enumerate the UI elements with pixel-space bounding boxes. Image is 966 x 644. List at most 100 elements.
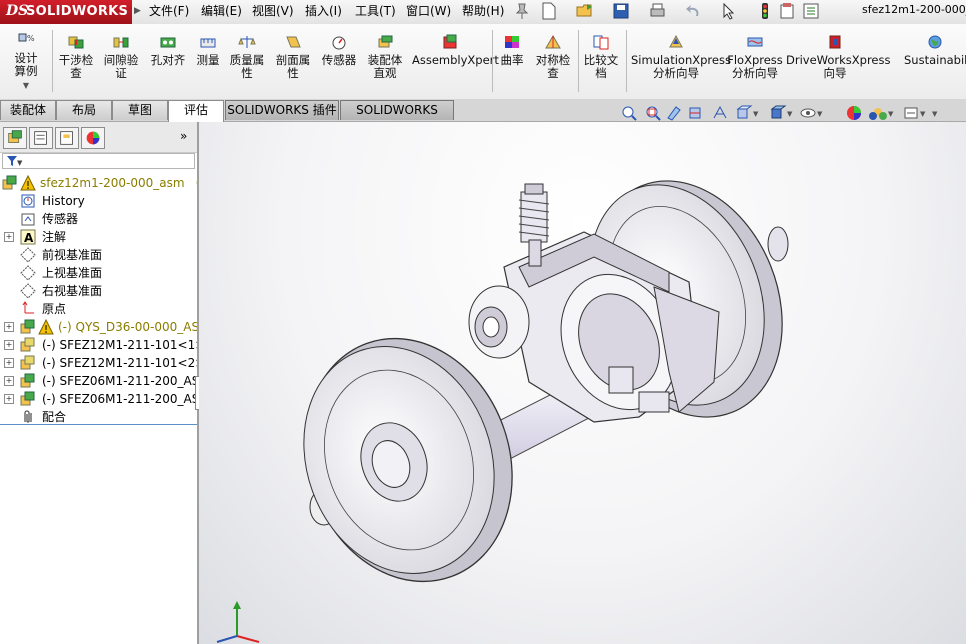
print-icon[interactable] [648, 2, 666, 20]
mass-properties-label: 质量属性 [229, 53, 265, 80]
clearance-icon [113, 37, 129, 48]
menu-view[interactable]: 视图(V) [252, 0, 294, 24]
options-icon[interactable] [802, 2, 820, 20]
rebuild-traffic-light-icon[interactable] [756, 2, 774, 20]
graphics-viewport[interactable] [199, 122, 966, 644]
driveworks-xpress-button[interactable]: DriveWorksXpress 向导 [786, 28, 890, 80]
subassembly-icon [20, 373, 35, 388]
edit-appearance-icon[interactable] [847, 106, 861, 120]
simulation-xpress-button[interactable]: SimulationXpress 分析向导 [629, 28, 731, 80]
display-style-icon[interactable]: ▼ [770, 105, 793, 119]
assembly-xpert-icon [443, 34, 457, 49]
select-pointer-icon[interactable] [720, 2, 738, 20]
new-document-icon[interactable] [540, 2, 558, 20]
tree-item-top-plane[interactable]: 上视基准面 [0, 264, 197, 282]
section-view-icon[interactable] [689, 107, 701, 119]
design-study-dropdown-icon[interactable]: ▼ [23, 81, 29, 90]
sustainability-button[interactable]: Sustainabili [904, 28, 966, 67]
expand-toggle-icon[interactable]: + [4, 340, 14, 350]
tab-sketch[interactable]: 草图 [112, 100, 168, 120]
tree-item-sensors[interactable]: 传感器 [0, 210, 197, 228]
tree-item-component[interactable]: + (-) SFEZ06M1-211-200_ASI [0, 372, 197, 390]
assembly-3d-model[interactable] [199, 122, 966, 644]
menu-window[interactable]: 窗口(W) [406, 0, 451, 24]
symmetry-check-button[interactable]: 对称检查 [532, 28, 574, 80]
feature-tree-tab-icon[interactable] [3, 127, 27, 149]
sensor-button[interactable]: 传感器 [318, 28, 360, 67]
more-view-tools-icon[interactable]: ▼ [932, 110, 938, 118]
open-folder-icon[interactable] [576, 2, 594, 20]
property-manager-tab-icon[interactable] [29, 127, 53, 149]
expand-toggle-icon[interactable]: + [4, 394, 14, 404]
zoom-to-fit-icon[interactable] [622, 106, 637, 121]
svg-text:▼: ▼ [787, 110, 793, 118]
filter-funnel-icon[interactable]: ▼ [5, 154, 23, 168]
annotations-label: 注解 [42, 230, 67, 244]
view-orientation-icon[interactable]: ▼ [736, 105, 759, 119]
apply-scene-icon[interactable]: ▼ [869, 108, 894, 120]
section-properties-button[interactable]: 剖面属性 [272, 28, 314, 80]
tab-layout[interactable]: 布局 [56, 100, 112, 120]
menu-edit[interactable]: 编辑(E) [201, 0, 242, 24]
solidworks-logo[interactable]: DS SOLIDWORKS [0, 0, 132, 24]
tree-item-component[interactable]: + (-) SFEZ12M1-211-101<2> [0, 354, 197, 372]
curvature-button[interactable]: 曲率 [495, 28, 529, 67]
tree-item-right-plane[interactable]: 右视基准面 [0, 282, 197, 300]
menu-help[interactable]: 帮助(H) [462, 0, 504, 24]
subassembly-icon [20, 337, 35, 352]
expand-toggle-icon[interactable]: + [4, 322, 14, 332]
svg-text:▼: ▼ [920, 110, 926, 118]
file-properties-icon[interactable] [778, 2, 796, 20]
compare-documents-button[interactable]: 比较文档 [580, 28, 622, 80]
curvature-label: 曲率 [500, 53, 524, 67]
tree-item-component[interactable]: + (-) QYS_D36-00-000_ASI [0, 318, 197, 336]
flo-xpress-icon [747, 37, 763, 47]
sensors-label: 传感器 [42, 212, 79, 226]
hide-show-items-icon[interactable]: ▼ [800, 108, 823, 118]
tree-item-history[interactable]: History [0, 192, 197, 210]
tree-filter-bar[interactable]: ▼ [2, 153, 195, 169]
zoom-to-area-icon[interactable] [646, 106, 661, 121]
interference-icon [68, 36, 84, 49]
dynamic-annotation-icon[interactable] [713, 105, 727, 119]
tab-solidworks-mbd[interactable]: SOLIDWORKS MBD [340, 100, 454, 136]
interference-check-button[interactable]: 干涉检查 [55, 28, 97, 80]
flo-xpress-button[interactable]: FloXpress 分析向导 [726, 28, 784, 80]
clearance-verification-button[interactable]: 间隙验证 [100, 28, 142, 80]
measure-button[interactable]: 测量 [191, 28, 225, 67]
tree-item-front-plane[interactable]: 前视基准面 [0, 246, 197, 264]
expand-panel-icon[interactable]: » [180, 129, 187, 143]
pin-icon[interactable] [513, 2, 531, 20]
compare-documents-label: 比较文档 [583, 53, 619, 80]
tab-solidworks-addins[interactable]: SOLIDWORKS 插件 [225, 100, 339, 120]
configuration-manager-tab-icon[interactable] [55, 127, 79, 149]
menu-tools[interactable]: 工具(T) [355, 0, 396, 24]
save-icon[interactable] [612, 2, 630, 20]
expand-toggle-icon[interactable]: + [4, 358, 14, 368]
tab-evaluate[interactable]: 评估 [168, 100, 224, 122]
assembly-visualization-button[interactable]: 装配体直观 [363, 28, 407, 80]
menu-insert[interactable]: 插入(I) [305, 0, 342, 24]
tree-item-component[interactable]: + (-) SFEZ12M1-211-101<1> [0, 336, 197, 354]
tree-item-component[interactable]: + (-) SFEZ06M1-211-200_ASI [0, 390, 197, 408]
menu-file[interactable]: 文件(F) [149, 0, 189, 24]
subassembly-icon [20, 355, 35, 370]
tree-item-origin[interactable]: 原点 [0, 300, 197, 318]
tab-assembly[interactable]: 装配体 [0, 100, 56, 120]
assembly-xpert-button[interactable]: AssemblyXpert [412, 28, 499, 67]
view-settings-icon[interactable]: ▼ [904, 107, 926, 119]
design-study-button[interactable]: % 设计算例 ▼ [2, 28, 50, 92]
rollback-bar[interactable] [0, 424, 197, 425]
expand-toggle-icon[interactable]: + [4, 376, 14, 386]
mass-properties-button[interactable]: 质量属性 [226, 28, 268, 80]
display-manager-tab-icon[interactable] [81, 127, 105, 149]
expand-toggle-icon[interactable]: + [4, 232, 14, 242]
tree-root-assembly[interactable]: sfez12m1-200-000_asm （默 [0, 174, 197, 192]
tree-item-annotations[interactable]: + A 注解 [0, 228, 197, 246]
heads-up-view-toolbar: ▼ ▼ ▼ ▼ ▼ ▼ [622, 105, 938, 121]
undo-icon[interactable] [685, 2, 703, 20]
hole-alignment-button[interactable]: 孔对齐 [147, 28, 189, 67]
component-label: (-) SFEZ06M1-211-200_ASI [42, 374, 197, 388]
previous-view-icon[interactable] [667, 106, 681, 121]
logo-text: SOLIDWORKS [26, 4, 129, 19]
